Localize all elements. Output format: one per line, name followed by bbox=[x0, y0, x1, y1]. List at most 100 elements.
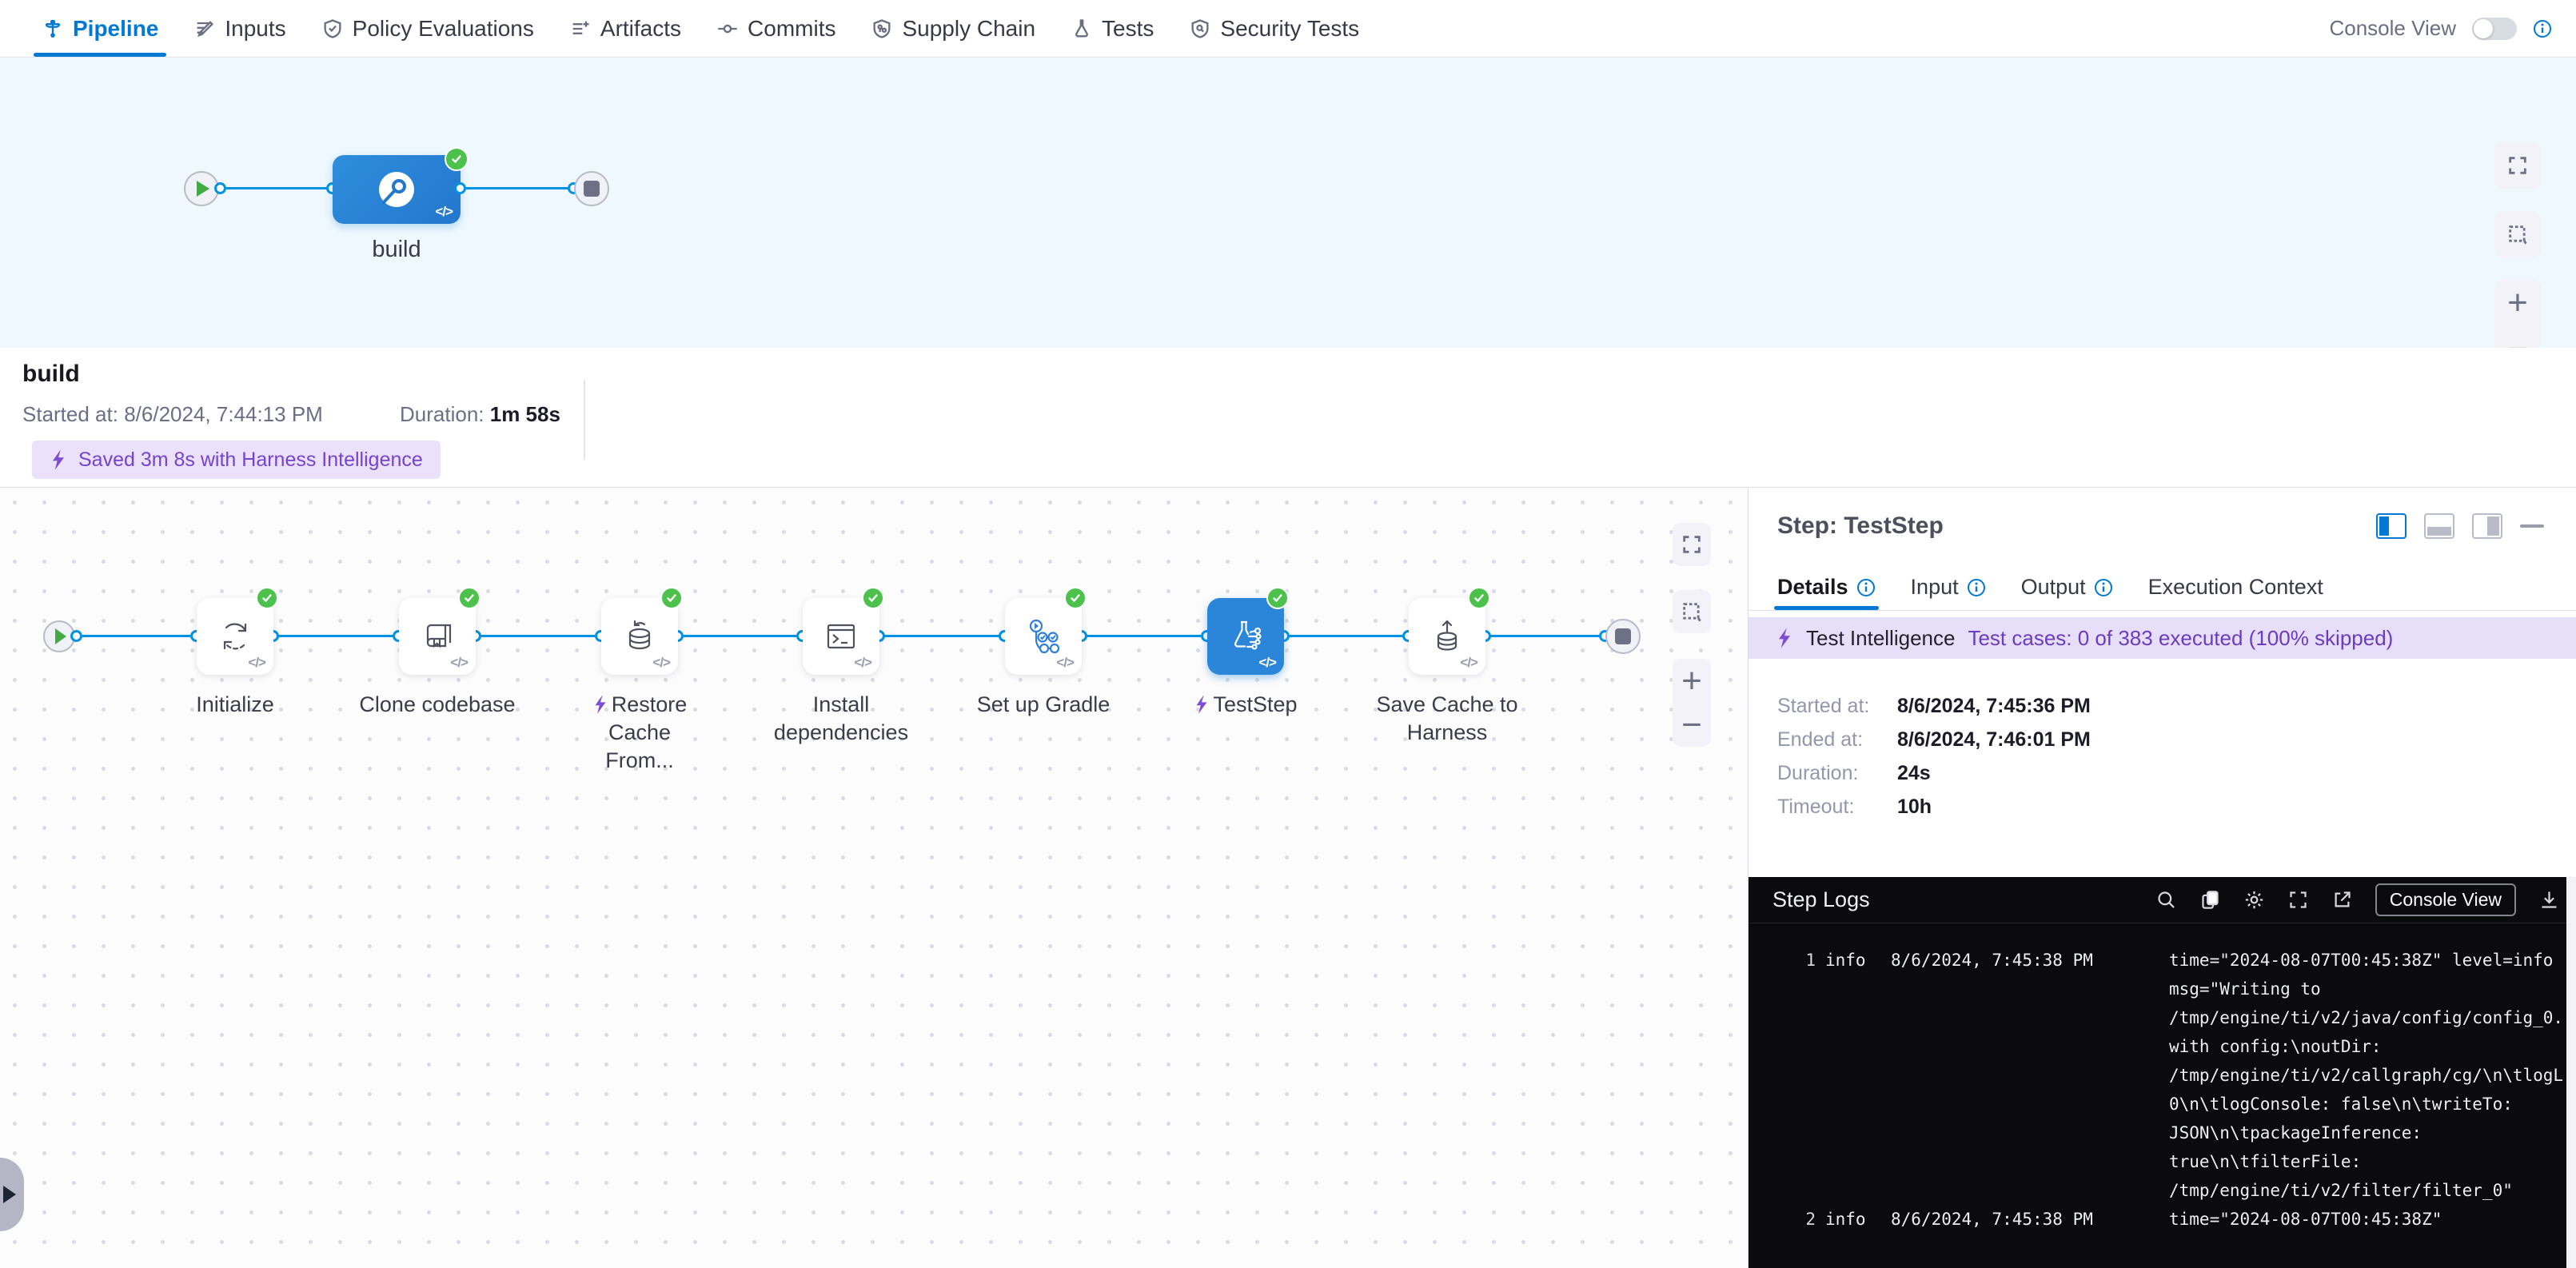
info-icon[interactable] bbox=[2533, 19, 2552, 38]
lightning-bolt-icon bbox=[50, 449, 67, 471]
log-message: time="2024-08-07T00:45:38Z" level=info m… bbox=[2169, 946, 2566, 1205]
security-tests-shield-icon bbox=[1189, 18, 1211, 40]
download-icon[interactable] bbox=[2538, 889, 2560, 911]
tab-label: Artifacts bbox=[600, 16, 681, 42]
step-node-initialize[interactable]: </> bbox=[197, 598, 273, 675]
tests-flask-icon bbox=[1071, 18, 1093, 40]
divider bbox=[584, 380, 585, 460]
stage-success-badge bbox=[445, 147, 469, 171]
supply-chain-shield-icon bbox=[871, 18, 893, 40]
step-node-clone-codebase[interactable]: </> bbox=[399, 598, 476, 675]
fullscreen-icon bbox=[1681, 533, 1703, 556]
harness-intelligence-badge[interactable]: Saved 3m 8s with Harness Intelligence bbox=[32, 441, 441, 479]
tab-label: Security Tests bbox=[1220, 16, 1359, 42]
logs-scrollbar[interactable] bbox=[2566, 877, 2576, 1268]
ti-banner-title: Test Intelligence bbox=[1806, 626, 1955, 651]
fullscreen-icon bbox=[2506, 154, 2529, 177]
tab-security-tests[interactable]: Security Tests bbox=[1171, 0, 1377, 57]
panel-layout-controls bbox=[2376, 513, 2544, 539]
tab-tests[interactable]: Tests bbox=[1053, 0, 1171, 57]
test-intelligence-icon bbox=[1225, 616, 1266, 657]
step-details-panel: Step: TestStep Details Input bbox=[1748, 488, 2576, 1268]
tab-label: Policy Evaluations bbox=[353, 16, 534, 42]
pipeline-end-node[interactable] bbox=[574, 171, 609, 206]
log-level: info bbox=[1825, 946, 1881, 1205]
zoom-out-button[interactable]: − bbox=[1681, 708, 1702, 743]
tab-commits[interactable]: Commits bbox=[699, 0, 853, 57]
tab-inputs[interactable]: Inputs bbox=[176, 0, 303, 57]
console-view-button[interactable]: Console View bbox=[2375, 883, 2516, 916]
settings-gear-icon[interactable] bbox=[2243, 889, 2265, 911]
step-success-badge bbox=[1064, 587, 1087, 609]
tab-policy-evaluations[interactable]: Policy Evaluations bbox=[304, 0, 552, 57]
step-success-badge bbox=[660, 587, 683, 609]
minimize-panel-button[interactable] bbox=[2520, 524, 2544, 528]
step-logs-body[interactable]: 1 info 8/6/2024, 7:45:38 PM time="2024-0… bbox=[1749, 923, 2566, 1268]
yaml-code-glyph: </> bbox=[1056, 655, 1074, 671]
fullscreen-button[interactable] bbox=[2494, 142, 2541, 189]
step-node-setup-gradle[interactable]: </> bbox=[1005, 598, 1082, 675]
tab-output[interactable]: Output bbox=[2021, 564, 2113, 610]
tab-artifacts[interactable]: Artifacts bbox=[552, 0, 699, 57]
yaml-code-glyph: </> bbox=[248, 655, 265, 671]
connector-dot bbox=[214, 182, 226, 194]
tab-details[interactable]: Details bbox=[1777, 564, 1876, 610]
ti-banner-detail: Test cases: 0 of 383 executed (100% skip… bbox=[1968, 626, 2393, 651]
commits-icon bbox=[716, 18, 739, 40]
fullscreen-button[interactable] bbox=[1673, 523, 1711, 566]
log-timestamp: 8/6/2024, 7:45:38 PM bbox=[1891, 1205, 2159, 1234]
step-label-teststep: TestStep bbox=[1158, 691, 1334, 719]
step-panel-title: Step: TestStep bbox=[1777, 512, 1944, 540]
step-success-badge bbox=[256, 587, 278, 609]
layout-right-panel-button[interactable] bbox=[2376, 513, 2407, 539]
layout-bottom-panel-button[interactable] bbox=[2424, 513, 2454, 539]
step-success-badge bbox=[1468, 587, 1490, 609]
tab-execution-context[interactable]: Execution Context bbox=[2148, 564, 2323, 610]
layout-full-panel-button[interactable] bbox=[2472, 513, 2502, 539]
copy-icon[interactable] bbox=[2199, 889, 2221, 911]
step-detail-rows: Started at:8/6/2024, 7:45:36 PM Ended at… bbox=[1777, 689, 2091, 823]
left-drawer-handle[interactable] bbox=[0, 1158, 24, 1231]
tab-supply-chain[interactable]: Supply Chain bbox=[853, 0, 1053, 57]
info-icon[interactable] bbox=[1856, 578, 1876, 597]
step-node-install-dependencies[interactable]: </> bbox=[803, 598, 879, 675]
stage-end-node[interactable] bbox=[1605, 619, 1641, 654]
step-label-initialize: Initialize bbox=[147, 691, 323, 719]
expand-right-icon bbox=[3, 1186, 16, 1203]
step-node-save-cache[interactable]: </> bbox=[1409, 598, 1485, 675]
savings-badge-text: Saved 3m 8s with Harness Intelligence bbox=[78, 449, 423, 472]
step-logs-toolbar: Console View bbox=[2155, 883, 2560, 916]
play-icon bbox=[55, 628, 66, 644]
play-icon bbox=[197, 181, 209, 197]
test-intelligence-banner[interactable]: Test Intelligence Test cases: 0 of 383 e… bbox=[1749, 617, 2576, 659]
stage-meta-row: Started at: 8/6/2024, 7:44:13 PM Duratio… bbox=[22, 402, 560, 427]
zoom-controls: + − bbox=[1673, 659, 1711, 747]
fullscreen-icon[interactable] bbox=[2287, 889, 2309, 911]
tab-label: Tests bbox=[1102, 16, 1154, 42]
console-view-toggle[interactable] bbox=[2472, 18, 2517, 40]
yaml-code-glyph: </> bbox=[1460, 655, 1477, 671]
info-icon[interactable] bbox=[2094, 578, 2113, 597]
plugin-graph-icon bbox=[1023, 616, 1064, 657]
connector-dot bbox=[454, 182, 466, 194]
tab-label: Pipeline bbox=[73, 16, 158, 42]
open-external-icon[interactable] bbox=[2331, 889, 2353, 911]
search-icon[interactable] bbox=[2155, 889, 2177, 911]
marquee-select-icon bbox=[1681, 600, 1703, 623]
stage-graph-canvas: </> build + − bbox=[0, 58, 2576, 348]
log-line-number: 1 bbox=[1784, 946, 1816, 1205]
tab-input[interactable]: Input bbox=[1911, 564, 1986, 610]
initialize-icon bbox=[214, 616, 256, 657]
marquee-select-button[interactable] bbox=[2494, 211, 2541, 257]
stage-started-at: Started at: 8/6/2024, 7:44:13 PM bbox=[22, 402, 400, 427]
marquee-select-button[interactable] bbox=[1673, 590, 1711, 633]
restore-cache-icon bbox=[619, 616, 660, 657]
zoom-in-button[interactable]: + bbox=[1681, 664, 1702, 699]
info-icon[interactable] bbox=[1967, 578, 1986, 597]
zoom-in-button[interactable]: + bbox=[2507, 285, 2528, 321]
log-entry: 2 info 8/6/2024, 7:45:38 PM time="2024-0… bbox=[1749, 1205, 2566, 1234]
tab-pipeline[interactable]: Pipeline bbox=[24, 0, 176, 57]
stage-node-build[interactable]: </> bbox=[333, 155, 461, 224]
step-node-restore-cache[interactable]: </> bbox=[601, 598, 678, 675]
step-node-teststep[interactable]: </> bbox=[1207, 598, 1284, 675]
